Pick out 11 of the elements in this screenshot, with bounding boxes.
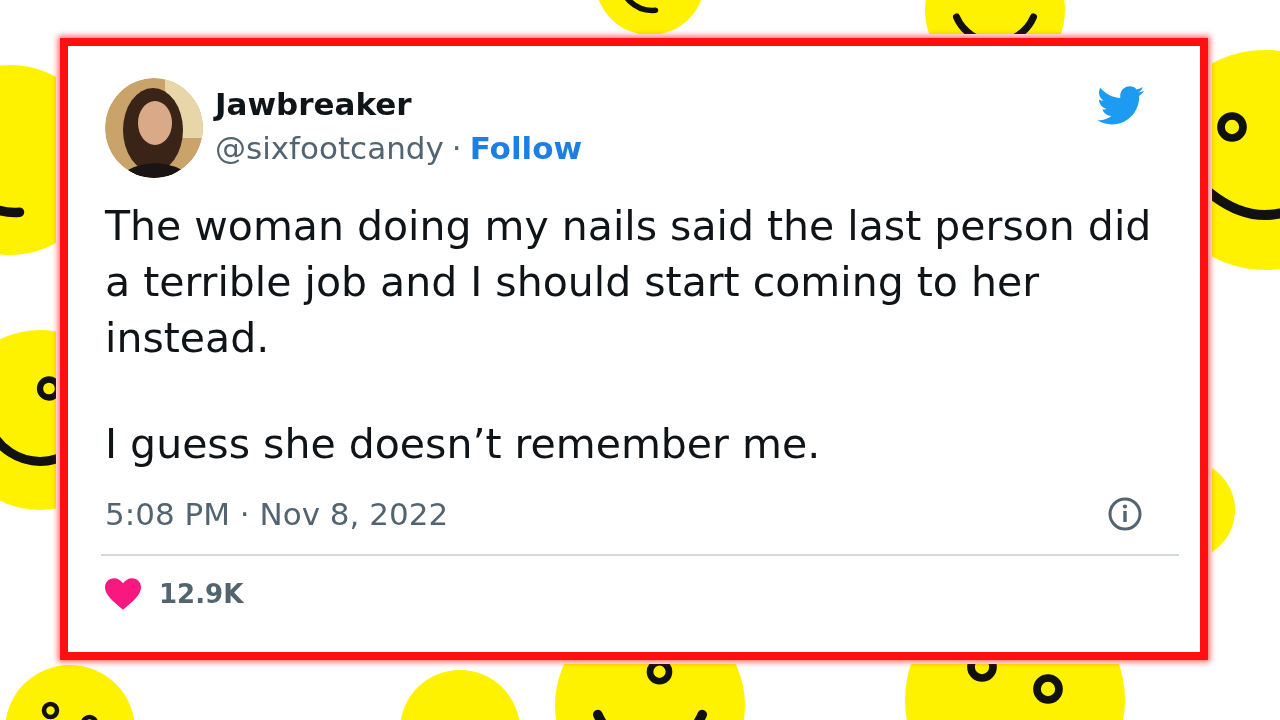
timestamp: 5:08 PM · Nov 8, 2022 [105, 495, 449, 534]
separator-dot: · [451, 129, 462, 168]
tweet-text: The woman doing my nails said the last person did a terrible job and I should start coming to her instead. [105, 201, 1153, 364]
author-name: Jawbreaker [215, 86, 413, 122]
author-handle: @sixfootcandy [215, 129, 444, 168]
bird-logo-icon [1097, 86, 1145, 126]
like-count: 12.9K [159, 579, 244, 609]
info-icon[interactable] [1107, 496, 1143, 532]
tweet-text: I guess she doesn’t remember me. [105, 419, 822, 470]
follow-link[interactable]: Follow [469, 128, 583, 168]
heart-icon[interactable] [105, 578, 141, 610]
